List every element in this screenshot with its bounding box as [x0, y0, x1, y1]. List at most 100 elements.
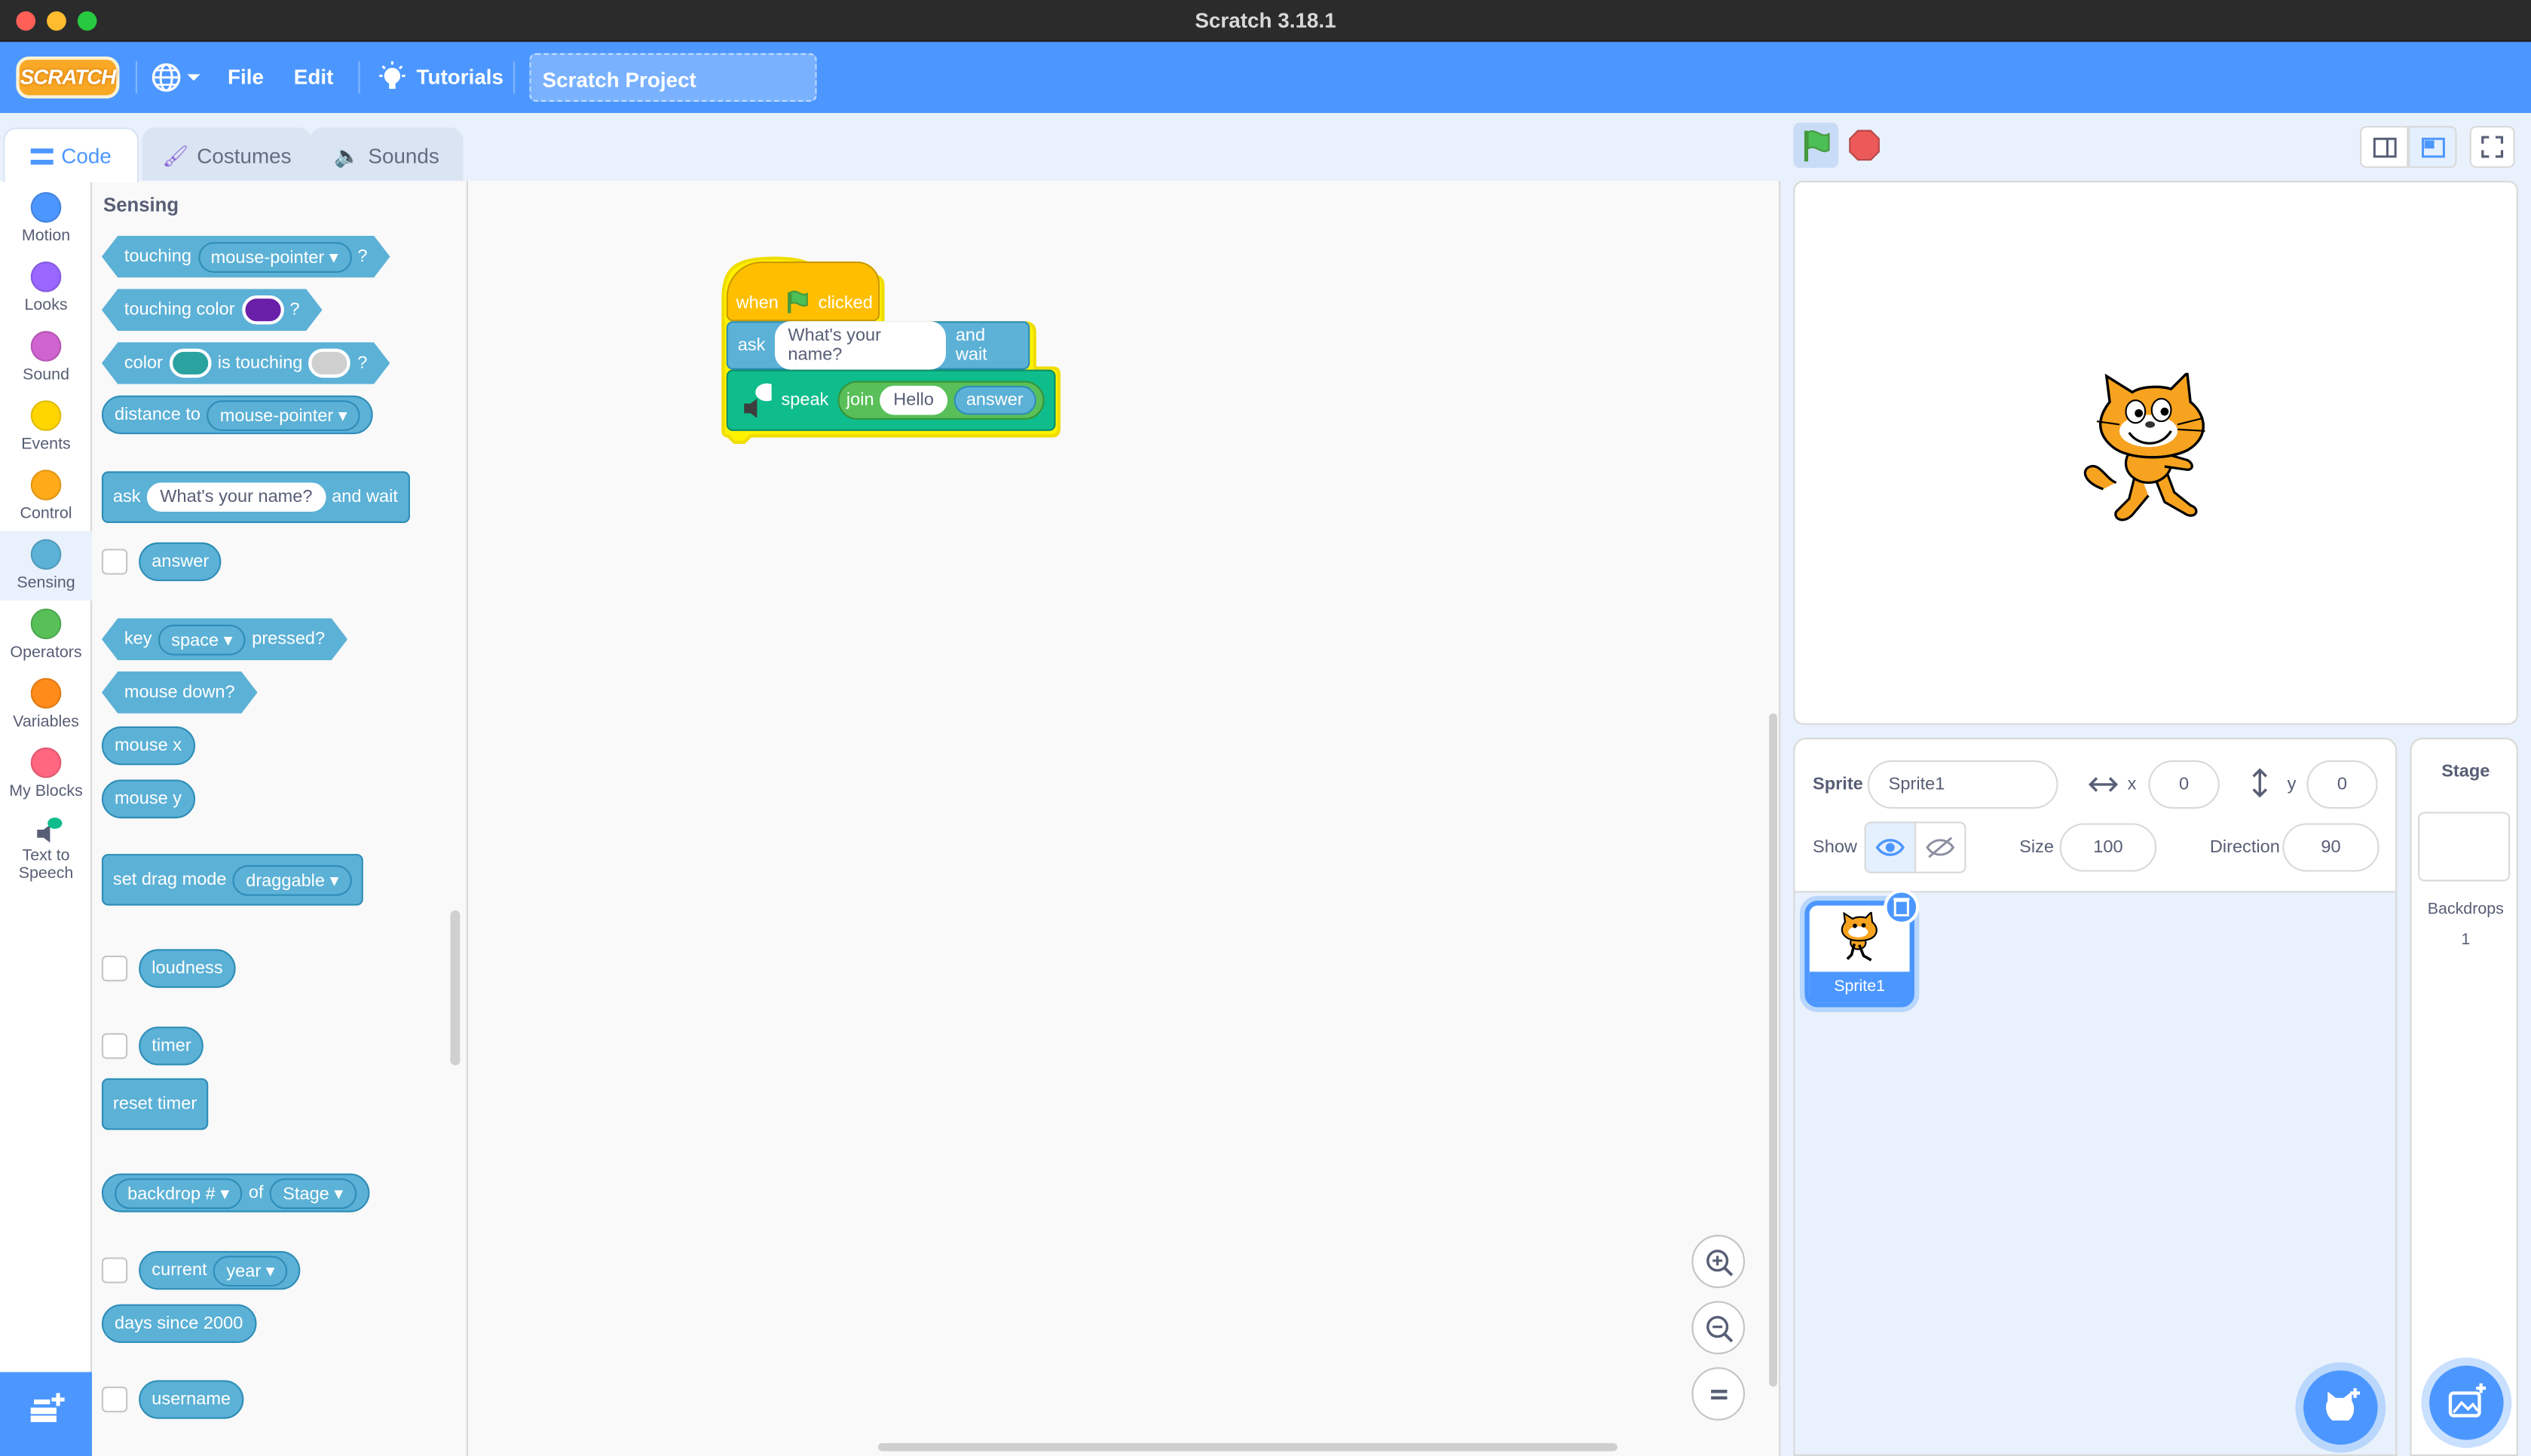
- join-first-input[interactable]: Hello: [880, 385, 947, 415]
- green-flag-button[interactable]: [1793, 122, 1839, 168]
- language-menu[interactable]: [150, 61, 202, 102]
- mouse-down-block[interactable]: mouse down?: [102, 671, 258, 714]
- category-sensing[interactable]: Sensing: [0, 531, 93, 601]
- mouse-y-reporter[interactable]: mouse y: [101, 779, 195, 818]
- speak-script-block[interactable]: speak join Hello answer: [726, 369, 1056, 431]
- zoom-in-button[interactable]: [1691, 1234, 1746, 1289]
- block-text: username: [151, 1390, 231, 1409]
- tab-costumes[interactable]: 🖌 Costumes: [142, 127, 312, 181]
- fullscreen-button[interactable]: [2469, 126, 2515, 168]
- username-reporter[interactable]: username: [139, 1380, 244, 1419]
- x-input[interactable]: 0: [2148, 760, 2220, 809]
- normal-stage-button[interactable]: [2408, 126, 2457, 168]
- delete-sprite-button[interactable]: [1884, 889, 1920, 925]
- color-swatch[interactable]: [170, 349, 212, 378]
- key-pressed-block[interactable]: key space ▾ pressed?: [102, 618, 347, 660]
- join-reporter[interactable]: join Hello answer: [838, 381, 1045, 420]
- stage-canvas[interactable]: [1793, 180, 2518, 725]
- tab-sounds[interactable]: 🔈 Sounds: [310, 127, 464, 181]
- touching-dropdown[interactable]: mouse-pointer ▾: [198, 241, 351, 272]
- when-flag-clicked-block[interactable]: when clicked: [726, 261, 880, 322]
- size-input[interactable]: 100: [2059, 823, 2157, 872]
- show-sprite-button[interactable]: [1864, 821, 1917, 873]
- category-motion[interactable]: Motion: [0, 184, 92, 253]
- sprite-label: Sprite: [1813, 775, 1863, 794]
- category-events[interactable]: Events: [0, 392, 92, 461]
- category-control[interactable]: Control: [0, 462, 92, 531]
- zoom-reset-button[interactable]: [1691, 1367, 1746, 1421]
- current-checkbox[interactable]: [101, 1257, 128, 1283]
- stop-button[interactable]: [1848, 129, 1881, 161]
- speaker-icon: 🔈: [334, 143, 360, 168]
- script-stack[interactable]: when clicked ask What's your name? and w…: [718, 253, 1062, 447]
- stage-pane-title: Stage: [2441, 761, 2490, 782]
- workspace-horizontal-scrollbar[interactable]: [878, 1442, 1617, 1451]
- current-year-reporter[interactable]: current year ▾: [139, 1250, 301, 1290]
- category-looks[interactable]: Looks: [0, 253, 92, 323]
- file-menu[interactable]: File: [228, 65, 264, 89]
- stop-icon: [1849, 130, 1880, 161]
- add-extension-button[interactable]: [0, 1372, 93, 1456]
- category-label: Events: [21, 436, 71, 454]
- tab-code[interactable]: Code: [3, 127, 139, 183]
- current-dropdown[interactable]: year ▾: [213, 1255, 288, 1286]
- block-text: join: [846, 390, 874, 411]
- category-operators[interactable]: Operators: [0, 601, 92, 670]
- object-dropdown[interactable]: Stage ▾: [270, 1177, 357, 1209]
- stage-target-pane[interactable]: Stage Backdrops 1: [2410, 737, 2518, 1456]
- cat-sprite[interactable]: [2081, 372, 2234, 534]
- sprite-name-input[interactable]: Sprite1: [1867, 760, 2058, 809]
- timer-checkbox[interactable]: [101, 1032, 128, 1060]
- loudness-checkbox[interactable]: [101, 956, 128, 982]
- scratch-logo[interactable]: SCRATCH: [16, 56, 120, 99]
- category-text-to-speech[interactable]: Text to Speech: [0, 810, 92, 894]
- choose-sprite-button[interactable]: [2303, 1370, 2378, 1445]
- tutorials-button[interactable]: Tutorials: [378, 61, 503, 96]
- hide-sprite-button[interactable]: [1914, 821, 1966, 873]
- ask-and-wait-block[interactable]: ask What's your name? and wait: [101, 471, 409, 523]
- property-dropdown[interactable]: backdrop # ▾: [115, 1177, 243, 1209]
- mouse-x-reporter[interactable]: mouse x: [101, 726, 195, 766]
- code-workspace[interactable]: when clicked ask What's your name? and w…: [468, 180, 1781, 1456]
- answer-reporter[interactable]: answer: [139, 542, 222, 582]
- category-variables[interactable]: Variables: [0, 670, 92, 739]
- choose-backdrop-button[interactable]: [2429, 1366, 2504, 1440]
- color-swatch[interactable]: [241, 295, 283, 325]
- direction-input[interactable]: 90: [2282, 823, 2380, 872]
- sprite-thumbnail[interactable]: Sprite1: [1804, 889, 1920, 1008]
- category-sound[interactable]: Sound: [0, 323, 92, 392]
- username-checkbox[interactable]: [101, 1386, 128, 1413]
- code-icon: [30, 148, 54, 165]
- y-input[interactable]: 0: [2306, 760, 2378, 809]
- backdrop-of-stage-reporter[interactable]: backdrop # ▾ of Stage ▾: [101, 1173, 369, 1213]
- zoom-out-button[interactable]: [1691, 1301, 1746, 1355]
- backdrop-thumbnail[interactable]: [2418, 812, 2511, 882]
- loudness-reporter[interactable]: loudness: [139, 949, 236, 988]
- block-text: ask: [737, 335, 766, 356]
- ask-question-input[interactable]: What's your name?: [775, 321, 946, 370]
- edit-menu[interactable]: Edit: [294, 65, 334, 89]
- answer-checkbox[interactable]: [101, 549, 128, 575]
- project-title-input[interactable]: Scratch Project: [529, 53, 817, 102]
- answer-reporter[interactable]: answer: [953, 385, 1036, 415]
- timer-reporter[interactable]: timer: [139, 1026, 204, 1066]
- block-text: answer: [151, 552, 210, 572]
- distance-dropdown[interactable]: mouse-pointer ▾: [207, 399, 360, 430]
- ask-text-input[interactable]: What's your name?: [147, 482, 326, 512]
- key-dropdown[interactable]: space ▾: [158, 624, 246, 655]
- distance-to-block[interactable]: distance to mouse-pointer ▾: [101, 395, 373, 435]
- color-touching-color-block[interactable]: color is touching?: [102, 342, 390, 384]
- menu-bar: SCRATCH File Edit Tutorials Scratch Proj…: [0, 41, 2531, 113]
- color-swatch[interactable]: [309, 349, 351, 378]
- touching-color-block[interactable]: touching color?: [102, 289, 323, 331]
- palette-scrollbar[interactable]: [450, 910, 461, 1066]
- ask-and-wait-script-block[interactable]: ask What's your name? and wait: [726, 321, 1030, 370]
- category-my-blocks[interactable]: My Blocks: [0, 739, 92, 809]
- set-drag-mode-block[interactable]: set drag mode draggable ▾: [101, 854, 363, 906]
- touching-block[interactable]: touching mouse-pointer ▾?: [102, 236, 390, 278]
- drag-mode-dropdown[interactable]: draggable ▾: [233, 864, 352, 895]
- small-stage-button[interactable]: [2360, 126, 2409, 168]
- workspace-vertical-scrollbar[interactable]: [1769, 713, 1777, 1387]
- reset-timer-block[interactable]: reset timer: [101, 1078, 209, 1130]
- days-since-2000-reporter[interactable]: days since 2000: [101, 1304, 256, 1344]
